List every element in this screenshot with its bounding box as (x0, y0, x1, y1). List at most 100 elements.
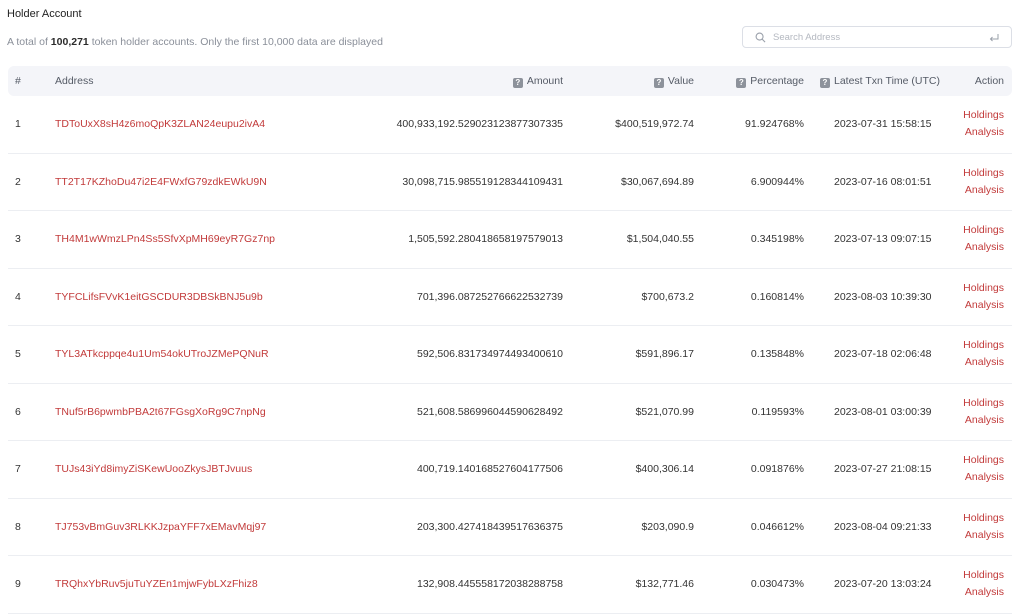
holdings-link[interactable]: Holdings (963, 567, 1004, 584)
holder-value: $521,070.99 (635, 405, 694, 418)
latest-txn-time: 2023-07-31 15:58:15 (834, 118, 932, 130)
table-row: 5 TYL3ATkcppqe4u1Um54okUTroJZMePQNuR 592,5… (8, 326, 1012, 384)
col-value-header: ? Value (653, 66, 694, 96)
search-address-box[interactable] (742, 26, 1012, 48)
row-index: 2 (15, 175, 21, 188)
holder-address: TUJs43iYd8imyZiSKewUooZkysJBTJvuus (55, 441, 252, 497)
address-link[interactable]: TRQhxYbRuv5juTuYZEn1mjwFybLXzFhiz8 (55, 578, 258, 590)
address-link[interactable]: TJ753vBmGuv3RLKKJzpaYFF7xEMavMqj97 (55, 521, 266, 533)
holder-value: $1,504,040.55 (626, 233, 694, 245)
holder-address: TYFCLifsFVvK1eitGSCDUR3DBSkBNJ5u9b (55, 269, 263, 325)
holder-value: $132,771.46 (635, 578, 694, 590)
address-link[interactable]: TYL3ATkcppqe4u1Um54okUTroJZMePQNuR (55, 348, 269, 360)
holder-percentage: 0.345198% (750, 233, 804, 245)
table-row: 1 TDToUxX8sH4z6moQpK3ZLAN24eupu2ivA4 400,9… (8, 96, 1012, 154)
latest-txn-time: 2023-08-03 10:39:30 (834, 290, 932, 303)
analysis-link[interactable]: Analysis (963, 239, 1004, 256)
holder-address: TNuf5rB6pwmbPBA2t67FGsgXoRg9C7npNg (55, 384, 266, 440)
holdings-link[interactable]: Holdings (963, 107, 1004, 124)
table-row: 4 TYFCLifsFVvK1eitGSCDUR3DBSkBNJ5u9b 701,3… (8, 269, 1012, 326)
address-link[interactable]: TNuf5rB6pwmbPBA2t67FGsgXoRg9C7npNg (55, 406, 266, 418)
holder-address: TRQhxYbRuv5juTuYZEn1mjwFybLXzFhiz8 (55, 556, 258, 612)
holder-amount: 701,396.087252766622532739 (417, 290, 563, 303)
address-link[interactable]: TUJs43iYd8imyZiSKewUooZkysJBTJvuus (55, 463, 252, 475)
holder-value: $700,673.2 (641, 290, 694, 303)
action-cell: Holdings Analysis (963, 107, 1004, 141)
help-icon[interactable]: ? (820, 78, 830, 88)
search-icon (753, 30, 767, 44)
col-action-header: Action (974, 75, 1004, 87)
latest-txn-time: 2023-08-01 03:00:39 (834, 405, 932, 418)
action-cell: Holdings Analysis (963, 567, 1004, 601)
action-cell: Holdings Analysis (963, 337, 1004, 371)
holdings-link[interactable]: Holdings (963, 222, 1004, 239)
analysis-link[interactable]: Analysis (963, 182, 1004, 199)
action-cell: Holdings Analysis (963, 222, 1004, 256)
holder-amount: 400,719.140168527604177506 (417, 463, 563, 475)
table-header: # Address ? Amount ? Value ? Percentage ? La… (8, 66, 1012, 96)
help-icon[interactable]: ? (736, 78, 747, 88)
address-link[interactable]: TDToUxX8sH4z6moQpK3ZLAN24eupu2ivA4 (55, 118, 265, 130)
analysis-link[interactable]: Analysis (963, 412, 1004, 429)
holdings-link[interactable]: Holdings (963, 452, 1004, 469)
holdings-link[interactable]: Holdings (963, 280, 1004, 297)
col-amount-header: ? Amount (512, 66, 563, 96)
analysis-link[interactable]: Analysis (963, 584, 1004, 601)
col-index-header: # (15, 75, 21, 87)
holdings-link[interactable]: Holdings (963, 510, 1004, 527)
table-row: 2 TT2T17KZhoDu47i2E4FWxfG79zdkEWkU9N 30,09… (8, 154, 1012, 211)
action-cell: Holdings Analysis (963, 395, 1004, 429)
row-index: 1 (15, 118, 21, 130)
table-row: 6 TNuf5rB6pwmbPBA2t67FGsgXoRg9C7npNg 521,6… (8, 384, 1012, 441)
row-index: 4 (15, 290, 21, 303)
latest-txn-time: 2023-07-27 21:08:15 (834, 463, 932, 475)
col-value-label: Value (667, 75, 694, 87)
latest-txn-time: 2023-07-13 09:07:15 (834, 233, 932, 245)
holder-value: $30,067,694.89 (621, 175, 694, 188)
summary-suffix: token holder accounts. Only the first 10… (91, 36, 383, 48)
table-row: 7 TUJs43iYd8imyZiSKewUooZkysJBTJvuus 400,7… (8, 441, 1012, 499)
analysis-link[interactable]: Analysis (963, 354, 1004, 371)
col-percentage-header: ? Percentage (736, 66, 804, 96)
holder-percentage: 0.046612% (750, 520, 804, 533)
holder-address: TT2T17KZhoDu47i2E4FWxfG79zdkEWkU9N (55, 154, 267, 210)
analysis-link[interactable]: Analysis (963, 297, 1004, 314)
col-time-label: Latest Txn Time (UTC) (834, 75, 940, 87)
holder-count: 100,271 (50, 36, 89, 48)
holder-value: $591,896.17 (635, 348, 694, 360)
analysis-link[interactable]: Analysis (963, 124, 1004, 141)
table-row: 8 TJ753vBmGuv3RLKKJzpaYFF7xEMavMqj97 203,3… (8, 499, 1012, 556)
holdings-link[interactable]: Holdings (963, 337, 1004, 354)
holder-value: $400,306.14 (635, 463, 694, 475)
holder-amount: 521,608.586996044590628492 (417, 405, 563, 418)
help-icon[interactable]: ? (653, 78, 664, 88)
holder-percentage: 0.135848% (750, 348, 804, 360)
holder-percentage: 0.119593% (751, 405, 804, 418)
analysis-link[interactable]: Analysis (963, 527, 1004, 544)
enter-icon[interactable] (987, 30, 1001, 44)
col-percentage-label: Percentage (750, 75, 804, 87)
holdings-link[interactable]: Holdings (963, 395, 1004, 412)
analysis-link[interactable]: Analysis (963, 469, 1004, 486)
holder-percentage: 0.160814% (750, 290, 804, 303)
holder-value: $400,519,972.74 (615, 118, 694, 130)
address-link[interactable]: TT2T17KZhoDu47i2E4FWxfG79zdkEWkU9N (55, 176, 267, 188)
search-input[interactable] (771, 30, 987, 44)
col-time-header: ? Latest Txn Time (UTC) (820, 66, 940, 96)
latest-txn-time: 2023-07-20 13:03:24 (834, 578, 932, 590)
row-index: 6 (15, 405, 21, 418)
action-cell: Holdings Analysis (963, 452, 1004, 486)
address-link[interactable]: TH4M1wWmzLPn4Ss5SfvXpMH69eyR7Gz7np (55, 233, 275, 245)
action-cell: Holdings Analysis (963, 510, 1004, 544)
holdings-link[interactable]: Holdings (963, 165, 1004, 182)
holder-amount: 30,098,715.985519128344109431 (402, 175, 563, 188)
holder-summary: A total of 100,271 token holder accounts… (7, 36, 383, 48)
holder-table: # Address ? Amount ? Value ? Percentage ? La… (8, 66, 1012, 614)
help-icon[interactable]: ? (512, 78, 523, 88)
row-index: 5 (15, 348, 21, 360)
holder-percentage: 6.900944% (750, 175, 804, 188)
holder-address: TYL3ATkcppqe4u1Um54okUTroJZMePQNuR (55, 326, 269, 382)
holder-percentage: 0.030473% (750, 578, 804, 590)
holder-amount: 400,933,192.529023123877307335 (396, 118, 563, 130)
address-link[interactable]: TYFCLifsFVvK1eitGSCDUR3DBSkBNJ5u9b (55, 291, 263, 303)
